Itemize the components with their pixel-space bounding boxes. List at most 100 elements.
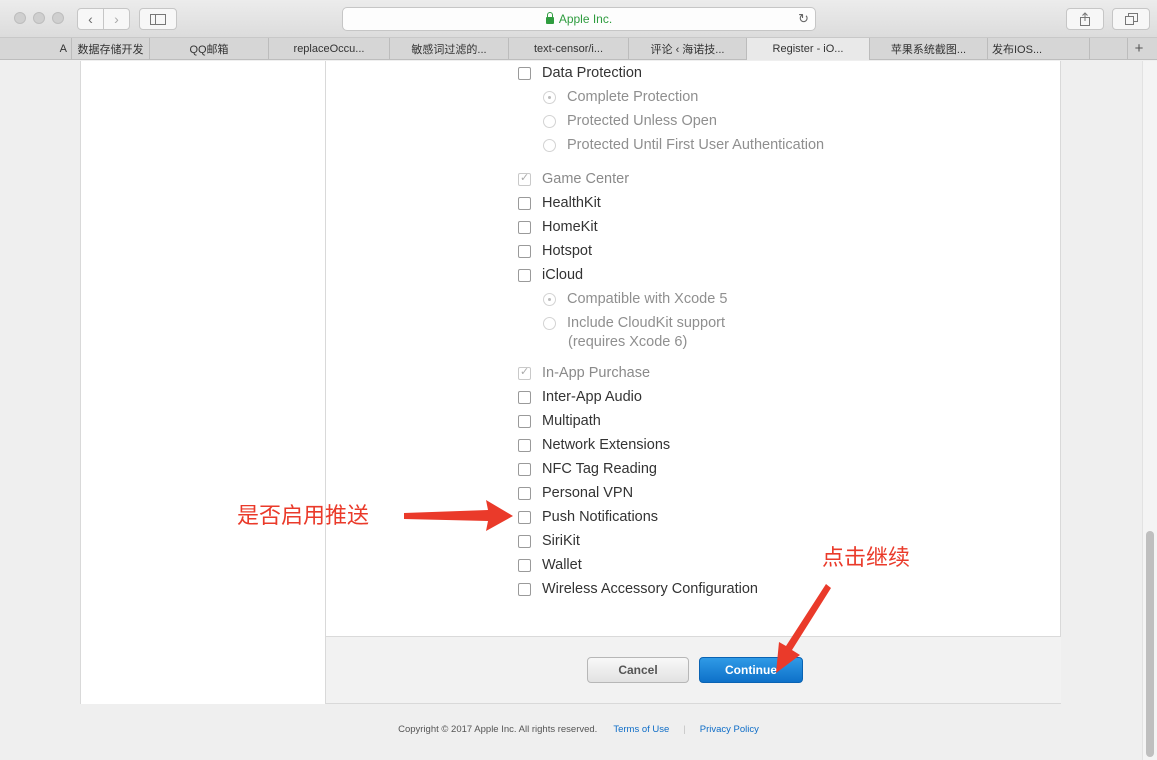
radio-icon[interactable] [543, 316, 556, 330]
share-button[interactable] [1066, 8, 1104, 30]
tab-item[interactable]: QQ邮箱 [150, 38, 269, 60]
icloud-xcode5-option[interactable]: Compatible with Xcode 5 [543, 289, 727, 309]
option-label: Network Extensions [542, 437, 671, 453]
sidebar-toggle-button[interactable] [139, 8, 177, 30]
data-protection-checkbox[interactable] [518, 66, 531, 80]
radio-icon[interactable] [543, 114, 556, 128]
option-label: SiriKit [542, 533, 580, 549]
wireless-accessory-checkbox[interactable] [518, 582, 531, 596]
icloud-checkbox[interactable] [518, 268, 531, 282]
continue-button[interactable]: Continue [699, 657, 803, 683]
tab-item[interactable]: 发布IOS... [988, 38, 1090, 60]
new-tab-button[interactable]: + [1128, 38, 1150, 59]
data-protection-option[interactable]: Data Protection [518, 63, 642, 83]
dp-complete-option[interactable]: Complete Protection [543, 87, 698, 107]
option-label: Complete Protection [567, 89, 699, 105]
tab-label: 数据存储开发 [77, 44, 144, 56]
tab-label: Register - iO... [772, 43, 844, 55]
network-extensions-checkbox[interactable] [518, 438, 531, 452]
reload-icon[interactable]: ↻ [798, 11, 809, 27]
tabs-icon [1124, 13, 1138, 25]
hotspot-checkbox[interactable] [518, 244, 531, 258]
option-label: Wallet [542, 557, 582, 573]
nav-buttons: ‹ › [77, 8, 130, 30]
option-label: Game Center [542, 171, 630, 187]
hotspot-option[interactable]: Hotspot [518, 241, 592, 261]
sidebar-icon [150, 13, 166, 25]
option-label: Multipath [542, 413, 601, 429]
dp-first-auth-option[interactable]: Protected Until First User Authenticatio… [543, 135, 824, 155]
option-label: Include CloudKit support [567, 315, 725, 331]
cancel-button[interactable]: Cancel [587, 657, 689, 683]
wireless-accessory-option[interactable]: Wireless Accessory Configuration [518, 579, 758, 599]
close-window-button[interactable] [14, 12, 26, 24]
personal-vpn-checkbox[interactable] [518, 486, 531, 500]
inter-app-audio-checkbox[interactable] [518, 390, 531, 404]
lock-icon [545, 11, 554, 24]
sirikit-checkbox[interactable] [518, 534, 531, 548]
tab-bar: A 数据存储开发 QQ邮箱 replaceOccu... 敏感词过滤的... t… [0, 38, 1157, 60]
tab-overflow [1090, 38, 1128, 60]
homekit-option[interactable]: HomeKit [518, 217, 598, 237]
nfc-checkbox[interactable] [518, 462, 531, 476]
homekit-checkbox[interactable] [518, 220, 531, 234]
back-button[interactable]: ‹ [78, 9, 103, 29]
network-extensions-option[interactable]: Network Extensions [518, 435, 670, 455]
inter-app-audio-option[interactable]: Inter-App Audio [518, 387, 642, 407]
icloud-cloudkit-option[interactable]: Include CloudKit support [543, 313, 725, 333]
wallet-option[interactable]: Wallet [518, 555, 582, 575]
minimize-window-button[interactable] [33, 12, 45, 24]
option-label: NFC Tag Reading [542, 461, 657, 477]
scrollbar-thumb[interactable] [1146, 531, 1154, 757]
footer-separator: | [683, 724, 686, 735]
tab-item[interactable]: replaceOccu... [269, 38, 390, 60]
vertical-scrollbar[interactable] [1142, 61, 1157, 760]
wallet-checkbox[interactable] [518, 558, 531, 572]
zoom-window-button[interactable] [52, 12, 64, 24]
tab-item[interactable]: 数据存储开发 [72, 38, 150, 60]
option-label: Wireless Accessory Configuration [542, 581, 758, 597]
tab-label: 苹果系统截图... [890, 44, 967, 56]
option-label: HealthKit [542, 195, 601, 211]
multipath-option[interactable]: Multipath [518, 411, 601, 431]
multipath-checkbox[interactable] [518, 414, 531, 428]
icloud-option[interactable]: iCloud [518, 265, 583, 285]
option-label: Inter-App Audio [542, 389, 642, 405]
terms-of-use-link[interactable]: Terms of Use [613, 724, 669, 735]
address-bar[interactable]: Apple Inc. ↻ [342, 7, 816, 31]
option-label: Protected Unless Open [567, 113, 717, 129]
personal-vpn-option[interactable]: Personal VPN [518, 483, 633, 503]
in-app-purchase-option: In-App Purchase [518, 363, 650, 383]
tab-label: replaceOccu... [293, 43, 365, 55]
annotation-push: 是否启用推送 [237, 504, 370, 529]
tab-item[interactable]: 敏感词过滤的... [390, 38, 509, 60]
dp-unless-open-option[interactable]: Protected Unless Open [543, 111, 717, 131]
tab-item[interactable]: 评论 ‹ 海诺技... [629, 38, 747, 60]
tab-item[interactable]: 苹果系统截图... [870, 38, 988, 60]
cloudkit-note: (requires Xcode 6) [568, 334, 688, 350]
tab-item-active[interactable]: Register - iO... [747, 38, 870, 60]
register-card: Data Protection Complete Protection Prot… [80, 61, 1061, 704]
nfc-option[interactable]: NFC Tag Reading [518, 459, 657, 479]
radio-icon[interactable] [543, 138, 556, 152]
push-notifications-checkbox[interactable] [518, 510, 531, 524]
option-label: iCloud [542, 267, 584, 283]
radio-icon[interactable] [543, 90, 556, 104]
radio-icon[interactable] [543, 292, 556, 306]
tab-label: A [59, 43, 67, 55]
option-label: Personal VPN [542, 485, 634, 501]
healthkit-option[interactable]: HealthKit [518, 193, 601, 213]
tab-item[interactable]: A [0, 38, 72, 60]
option-label: Protected Until First User Authenticatio… [567, 137, 825, 153]
browser-toolbar: ‹ › Apple Inc. ↻ [0, 0, 1157, 38]
tabs-overview-button[interactable] [1112, 8, 1150, 30]
healthkit-checkbox[interactable] [518, 196, 531, 210]
forward-button[interactable]: › [103, 9, 129, 29]
push-notifications-option[interactable]: Push Notifications [518, 507, 658, 527]
page-content: Data Protection Complete Protection Prot… [0, 61, 1157, 760]
sirikit-option[interactable]: SiriKit [518, 531, 580, 551]
tab-item[interactable]: text-censor/i... [509, 38, 629, 60]
share-icon [1080, 12, 1090, 26]
page-footer: Copyright © 2017 Apple Inc. All rights r… [0, 724, 1157, 735]
privacy-policy-link[interactable]: Privacy Policy [700, 724, 759, 735]
